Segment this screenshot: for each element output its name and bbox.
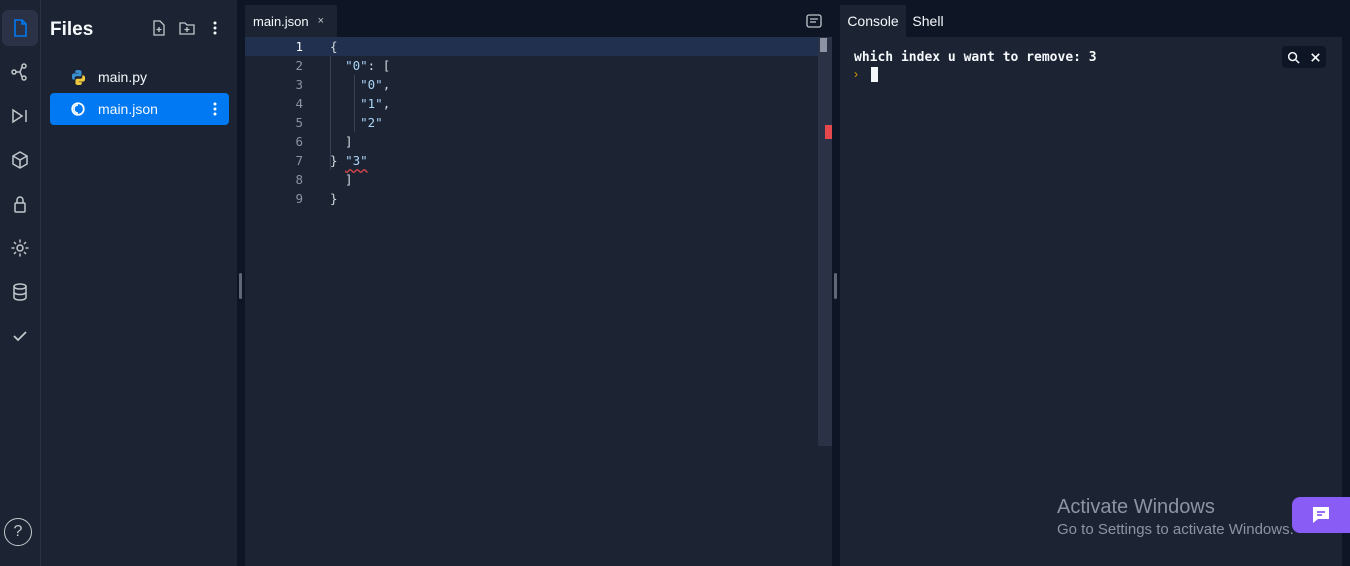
file-name: main.json [98, 101, 158, 117]
code-line: 8 ] [245, 170, 818, 189]
code-line: 9 } [245, 189, 818, 208]
new-folder-icon[interactable] [179, 20, 195, 36]
code-line: 4 "1", [245, 94, 818, 113]
code-text: } [330, 191, 338, 206]
file-item-main-py[interactable]: main.py [50, 61, 229, 93]
git-nav-button[interactable] [2, 54, 38, 90]
console-tab-bar: Console Shell [840, 5, 1342, 37]
files-resize-handle[interactable] [239, 273, 242, 299]
code-line: 1 { [245, 37, 818, 56]
code-line: 6 ] [245, 132, 818, 151]
files-toolbar [151, 20, 223, 36]
lock-icon [14, 196, 26, 213]
code-text: "1", [360, 96, 391, 111]
activity-bar: ? [0, 0, 41, 566]
line-number: 5 [295, 115, 303, 130]
help-button[interactable]: ? [4, 518, 32, 546]
line-number: 8 [295, 172, 303, 187]
code-text: { [330, 39, 338, 54]
code-line: 2 "0": [ [245, 56, 818, 75]
scroll-thumb[interactable] [820, 38, 827, 52]
gear-icon [11, 239, 29, 257]
json-icon [69, 100, 87, 118]
cube-icon [12, 151, 28, 169]
tab-main-json[interactable]: main.json × [245, 5, 337, 37]
editor-resize-handle[interactable] [834, 273, 837, 299]
code-text: "2" [360, 115, 383, 130]
files-panel: Files main.py main.json [41, 0, 237, 566]
play-step-icon [12, 108, 27, 124]
file-menu-icon[interactable] [207, 101, 223, 117]
error-marker [825, 125, 832, 139]
more-options-icon[interactable] [207, 20, 223, 36]
line-number: 2 [295, 58, 303, 73]
code-line: 7 } "3" [245, 151, 818, 170]
prompt-icon: › [854, 67, 858, 81]
tab-shell[interactable]: Shell [906, 5, 950, 37]
close-icon[interactable] [1309, 51, 1322, 64]
files-title: Files [50, 19, 94, 40]
database-nav-button[interactable] [2, 274, 38, 310]
file-name: main.py [98, 69, 148, 85]
tab-console[interactable]: Console [840, 5, 906, 37]
watermark-title: Activate Windows [1057, 496, 1215, 518]
code-text: ] [330, 134, 353, 149]
code-line: 3 "0", [245, 75, 818, 94]
settings-nav-button[interactable] [2, 230, 38, 266]
secrets-nav-button[interactable] [2, 186, 38, 222]
tab-label: main.json [253, 13, 309, 29]
text-cursor [871, 67, 878, 82]
chat-icon [1313, 507, 1329, 523]
python-icon [69, 68, 87, 86]
editor-layout-icon[interactable] [806, 14, 822, 28]
console-output[interactable]: which index u want to remove: 3 › [840, 37, 1342, 566]
tab-close-button[interactable]: × [318, 15, 324, 27]
git-icon [11, 63, 27, 81]
activation-watermark: Activate Windows Go to Settings to activ… [1057, 496, 1294, 538]
console-output-line: which index u want to remove: 3 [854, 50, 1097, 65]
editor-scrollbar[interactable] [818, 37, 832, 446]
console-panel: Console Shell which index u want to remo… [840, 5, 1342, 566]
line-number: 7 [295, 153, 303, 168]
database-icon [13, 283, 27, 301]
code-editor[interactable]: 1 { 2 "0": [ 3 "0", 4 "1", 5 "2" 6 ] 7 }… [245, 37, 818, 566]
code-text: ] [330, 172, 353, 187]
watermark-subtitle: Go to Settings to activate Windows. [1057, 521, 1294, 538]
new-file-icon[interactable] [151, 20, 167, 36]
files-nav-button[interactable] [2, 10, 38, 46]
line-number: 1 [295, 39, 303, 54]
search-icon[interactable] [1287, 51, 1300, 64]
check-icon [13, 331, 27, 342]
line-number: 4 [295, 96, 303, 111]
file-icon [14, 19, 27, 37]
chat-button[interactable] [1292, 497, 1350, 533]
code-text: "0", [360, 77, 391, 92]
code-text: } "3" [330, 153, 368, 168]
check-nav-button[interactable] [2, 318, 38, 354]
line-number: 6 [295, 134, 303, 149]
editor-panel: main.json × 1 { 2 "0": [ 3 "0", 4 "1", 5… [245, 5, 832, 566]
run-nav-button[interactable] [2, 98, 38, 134]
code-line: 5 "2" [245, 113, 818, 132]
code-text: "0": [ [345, 58, 391, 73]
line-number: 9 [295, 191, 303, 206]
file-item-main-json[interactable]: main.json [50, 93, 229, 125]
console-toolbar [1282, 46, 1326, 68]
line-number: 3 [295, 77, 303, 92]
packages-nav-button[interactable] [2, 142, 38, 178]
editor-tab-bar: main.json × [245, 5, 832, 37]
